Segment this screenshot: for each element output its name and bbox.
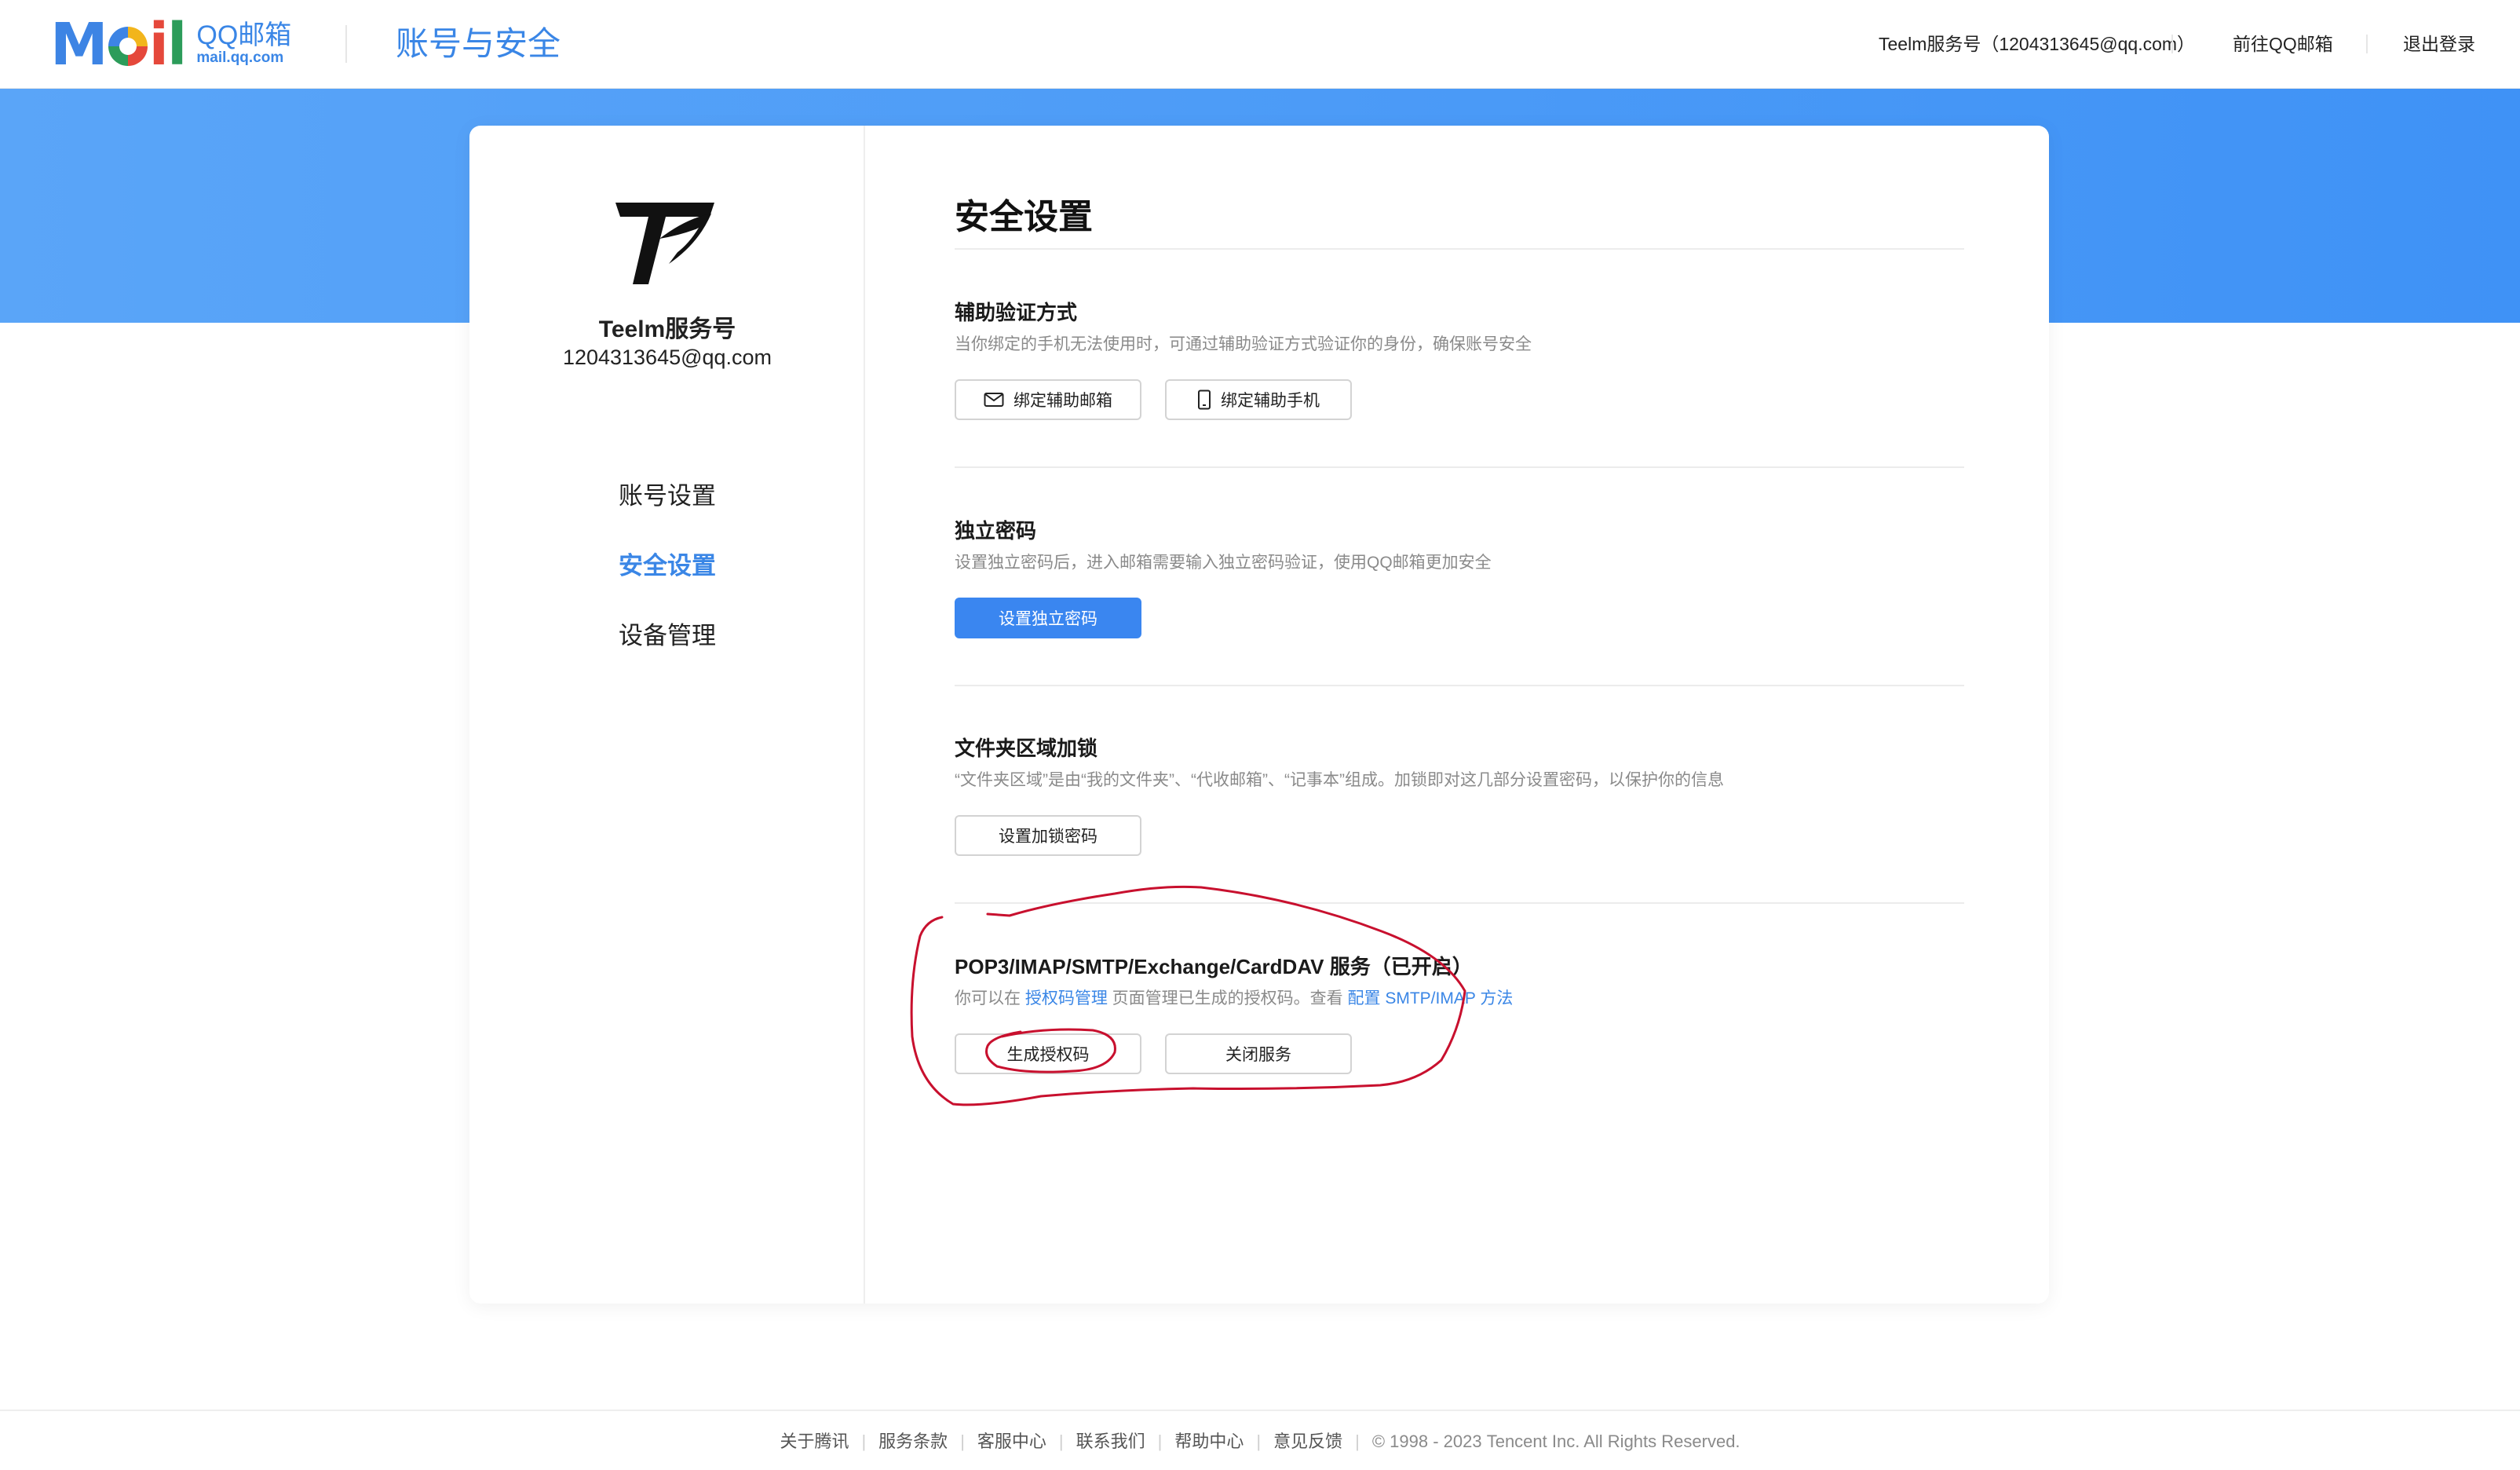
logo-cn-text: QQ邮箱 — [196, 20, 292, 50]
bind-aux-phone-button[interactable]: 绑定辅助手机 — [1165, 379, 1352, 420]
footer-link-terms[interactable]: 服务条款 — [878, 1432, 948, 1451]
footer-link-feedback[interactable]: 意见反馈 — [1273, 1432, 1342, 1451]
divider — [955, 466, 1964, 468]
footer-separator: | — [1256, 1432, 1262, 1451]
smtp-imap-config-link[interactable]: 配置 SMTP/IMAP 方法 — [1348, 989, 1514, 1007]
section-title-pop3-imap-service: POP3/IMAP/SMTP/Exchange/CardDAV 服务（已开启） — [955, 955, 1473, 978]
qq-mail-logo[interactable]: Mil QQ邮箱 mail.qq.com — [50, 11, 292, 79]
logo-url-text: mail.qq.com — [196, 49, 284, 67]
page-header-title: 账号与安全 — [396, 25, 561, 62]
desc-middle: 页面管理已生成的授权码。查看 — [1107, 989, 1348, 1007]
footer-separator: | — [1157, 1432, 1163, 1451]
set-lock-password-button[interactable]: 设置加锁密码 — [955, 815, 1141, 856]
desc-prefix: 你可以在 — [955, 989, 1025, 1007]
footer-separator: | — [1058, 1432, 1064, 1451]
nav-item-account-settings[interactable]: 账号设置 — [469, 476, 865, 511]
phone-icon — [1197, 389, 1211, 410]
section-title-independent-password: 独立密码 — [955, 519, 1037, 543]
footer-link-about-tencent[interactable]: 关于腾讯 — [780, 1432, 849, 1451]
section-desc-auxiliary-verification: 当你绑定的手机无法使用时，可通过辅助验证方式验证你的身份，确保账号安全 — [955, 335, 1532, 353]
nav-item-device-management[interactable]: 设备管理 — [469, 616, 865, 651]
user-email: 1204313645@qq.com — [562, 346, 772, 369]
avatar — [615, 203, 714, 284]
set-independent-password-button[interactable]: 设置独立密码 — [955, 598, 1141, 638]
mail-icon — [984, 392, 1004, 408]
top-bar: Mil QQ邮箱 mail.qq.com 账号与安全 Teelm服务号（1204… — [0, 0, 2520, 89]
logout-link[interactable]: 退出登录 — [2403, 28, 2475, 60]
disable-service-button[interactable]: 关闭服务 — [1165, 1033, 1352, 1074]
section-desc-folder-lock: “文件夹区域”是由“我的文件夹”、“代收邮箱”、“记事本”组成。加锁即对这几部分… — [955, 771, 1724, 789]
footer-link-help-center[interactable]: 帮助中心 — [1174, 1432, 1244, 1451]
section-desc-pop3-imap-service: 你可以在 授权码管理 页面管理已生成的授权码。查看 配置 SMTP/IMAP 方… — [955, 985, 1513, 1009]
divider — [955, 902, 1964, 904]
section-title-folder-lock: 文件夹区域加锁 — [955, 737, 1098, 760]
auth-code-management-link[interactable]: 授权码管理 — [1025, 989, 1108, 1007]
goto-mail-link[interactable]: 前往QQ邮箱 — [2233, 28, 2333, 60]
section-desc-independent-password: 设置独立密码后，进入邮箱需要输入独立密码验证，使用QQ邮箱更加安全 — [955, 554, 1492, 572]
header-divider — [345, 25, 347, 63]
header-separator — [2366, 35, 2368, 53]
settings-card: Teelm服务号 1204313645@qq.com 账号设置 安全设置 设备管… — [469, 126, 2049, 1304]
footer-divider — [0, 1410, 2520, 1411]
copyright-text: © 1998 - 2023 Tencent Inc. All Rights Re… — [1371, 1432, 1740, 1451]
generate-auth-code-button[interactable]: 生成授权码 — [955, 1033, 1141, 1074]
divider — [955, 248, 1964, 250]
section-title-auxiliary-verification: 辅助验证方式 — [955, 301, 1078, 324]
divider — [955, 685, 1964, 686]
account-label: Teelm服务号（1204313645@qq.com） — [1879, 34, 2196, 54]
mail-wordmark-logo: Mil — [50, 11, 187, 79]
footer-separator: | — [1355, 1432, 1360, 1451]
page-title: 安全设置 — [955, 198, 1093, 236]
footer: 关于腾讯 | 服务条款 | 客服中心 | 联系我们 | 帮助中心 | 意见反馈 | © 1998 - 2… — [0, 1428, 2520, 1453]
user-name: Teelm服务号 — [598, 316, 736, 342]
bind-aux-email-button[interactable]: 绑定辅助邮箱 — [955, 379, 1141, 420]
bind-aux-email-label: 绑定辅助邮箱 — [1013, 392, 1112, 410]
footer-separator: | — [861, 1432, 867, 1451]
footer-link-contact-us[interactable]: 联系我们 — [1076, 1432, 1145, 1451]
nav-item-security-settings[interactable]: 安全设置 — [469, 546, 865, 581]
footer-link-customer-service[interactable]: 客服中心 — [977, 1432, 1046, 1451]
header-separator — [2171, 35, 2173, 53]
sidebar: Teelm服务号 1204313645@qq.com 账号设置 安全设置 设备管… — [469, 126, 865, 1304]
footer-separator: | — [960, 1432, 965, 1451]
bind-aux-phone-label: 绑定辅助手机 — [1221, 392, 1320, 410]
